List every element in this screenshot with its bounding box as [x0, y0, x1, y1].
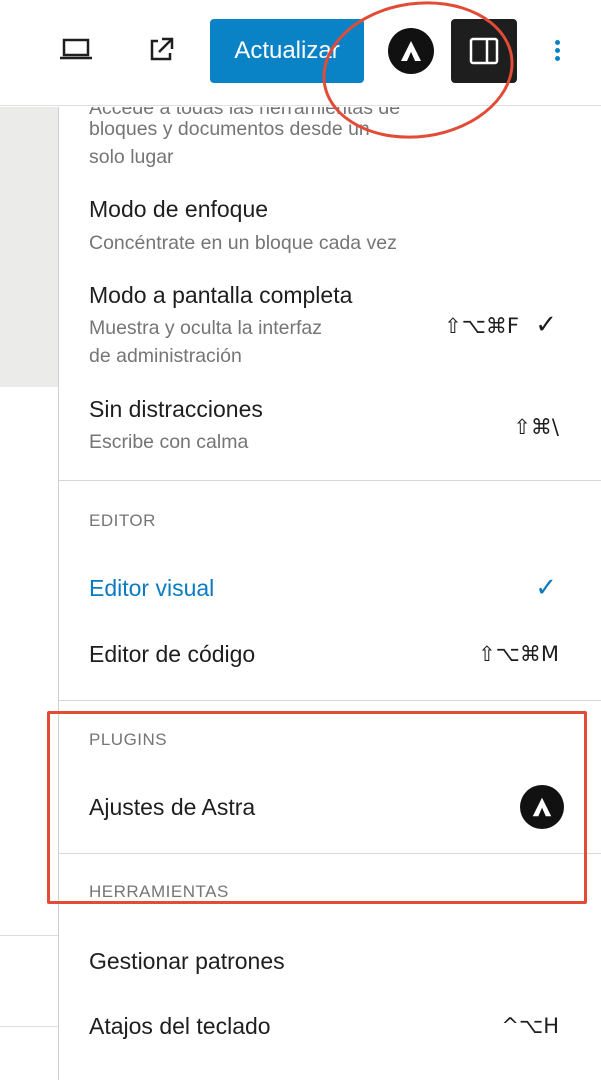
menu-item-shortcut: ^⌥H	[501, 1014, 559, 1038]
menu-item-label: Modo de enfoque	[89, 196, 269, 222]
menu-divider	[59, 853, 601, 854]
menu-item-description: Concéntrate en un bloque cada vez	[89, 232, 397, 254]
astra-logo-icon[interactable]	[388, 28, 434, 74]
menu-item-shortcut: ⇧⌥⌘M	[478, 642, 559, 666]
menu-item-shortcut: ⇧⌥⌘F	[444, 314, 519, 338]
menu-item-label: Editor visual	[89, 575, 215, 601]
more-vertical-icon[interactable]	[545, 30, 569, 70]
update-button[interactable]: Actualizar	[210, 19, 364, 83]
external-link-icon[interactable]	[141, 30, 181, 70]
check-icon: ✓	[535, 573, 557, 603]
menu-section-heading-editor: EDITOR	[89, 511, 156, 530]
editor-canvas-background	[0, 107, 60, 387]
menu-item-label: Atajos del teclado	[89, 1013, 271, 1039]
desktop-preview-icon[interactable]	[56, 30, 96, 70]
menu-item-description: solo lugar	[89, 146, 174, 168]
menu-item-description: bloques y documentos desde un	[89, 118, 370, 140]
menu-item-description: Muestra y oculta la interfaz	[89, 317, 323, 339]
editor-canvas-divider	[0, 935, 60, 936]
menu-item-description: Escribe con calma	[89, 431, 249, 453]
menu-section-heading-tools: HERRAMIENTAS	[89, 882, 229, 901]
menu-section-heading-plugins: PLUGINS	[89, 730, 168, 749]
menu-item-description: de administración	[89, 345, 242, 367]
editor-header-toolbar: Actualizar	[0, 0, 601, 106]
menu-item-label: Sin distracciones	[89, 396, 263, 422]
editor-canvas-divider	[0, 1026, 60, 1027]
menu-item-label: Gestionar patrones	[89, 948, 285, 974]
menu-item-label: Modo a pantalla completa	[89, 282, 353, 308]
menu-item-label: Ajustes de Astra	[89, 794, 256, 820]
menu-item-shortcut: ⇧⌘\	[513, 415, 559, 439]
check-icon: ✓	[535, 310, 557, 340]
astra-logo-icon	[520, 785, 564, 829]
menu-divider	[59, 700, 601, 701]
menu-divider	[59, 480, 601, 481]
options-dropdown-menu: Accede a todas las herramientas de bloqu…	[58, 107, 601, 1080]
settings-sidebar-icon[interactable]	[451, 19, 517, 83]
menu-item-label: Editor de código	[89, 641, 256, 667]
